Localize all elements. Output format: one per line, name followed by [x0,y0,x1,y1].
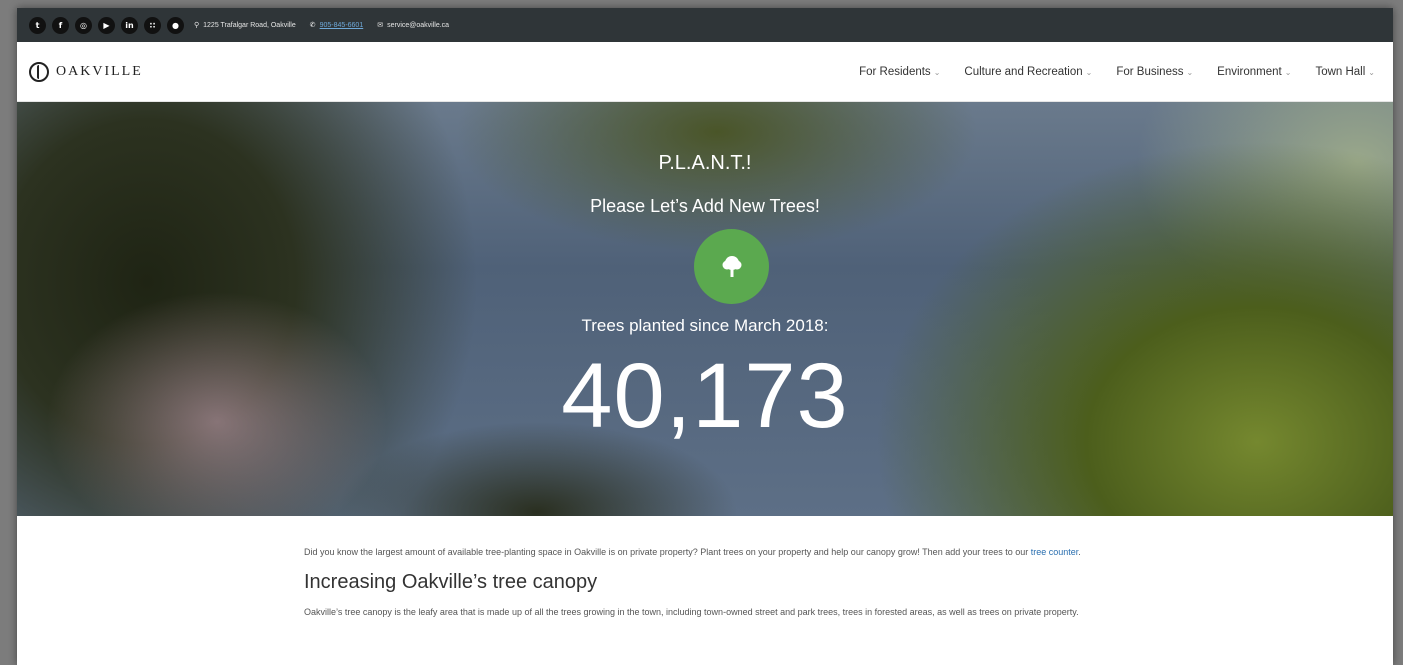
chevron-down-icon: ⌄ [933,67,941,77]
main-content: Did you know the largest amount of avail… [17,516,1167,621]
nav-for-residents[interactable]: For Residents ⌄ [859,66,940,78]
intro-end: . [1078,547,1081,557]
nav-for-business[interactable]: For Business ⌄ [1116,66,1193,78]
browser-page: t f ◎ ▶ in ∷ ● ⚲ 1225 Trafalgar Road, Oa… [17,8,1393,665]
nav-environment[interactable]: Environment ⌄ [1217,66,1291,78]
chevron-down-icon: ⌄ [1186,67,1194,77]
site-logo[interactable]: OAKVILLE [29,61,143,82]
linkedin-icon[interactable]: in [121,16,138,34]
nav-culture-recreation[interactable]: Culture and Recreation ⌄ [964,66,1092,78]
tree-icon [722,255,741,277]
site-header: OAKVILLE For Residents ⌄ Culture and Recr… [17,42,1393,102]
hero-subtitle: Please Let’s Add New Trees! [590,196,820,216]
chevron-down-icon: ⌄ [1368,67,1375,77]
chevron-down-icon: ⌄ [1284,67,1292,77]
intro-paragraph: Did you know the largest amount of avail… [304,544,1164,561]
nav-label: Town Hall [1315,65,1366,78]
phone-info: ✆ 905-845-6601 [310,21,363,29]
address-info: ⚲ 1225 Trafalgar Road, Oakville [194,21,296,29]
main-nav: For Residents ⌄ Culture and Recreation ⌄ F… [859,66,1375,78]
tree-counter-value: 40,173 [561,345,849,447]
counter-label: Trees planted since March 2018: [581,316,829,335]
section-heading: Increasing Oakville’s tree canopy [304,571,598,593]
section-body: Oakville’s tree canopy is the leafy area… [304,607,1079,617]
email-info: ✉ service@oakville.ca [377,21,449,29]
envelope-icon: ✉ [377,21,384,29]
nav-label: For Residents [859,65,931,78]
address-text: 1225 Trafalgar Road, Oakville [203,21,296,29]
tree-badge [694,229,769,304]
chevron-down-icon: ⌄ [1085,67,1093,77]
oak-leaf-logo-icon [29,61,49,82]
tree-counter-link[interactable]: tree counter [1031,547,1079,557]
hero-title: P.L.A.N.T.! [658,152,752,174]
chat-icon[interactable]: ● [167,16,184,34]
facebook-icon[interactable]: f [52,16,69,34]
nav-label: For Business [1116,65,1184,78]
map-pin-icon: ⚲ [194,21,200,29]
social-links: t f ◎ ▶ in ∷ ● [29,16,184,34]
phone-link[interactable]: 905-845-6601 [320,22,364,29]
nav-label: Culture and Recreation [964,65,1083,78]
nav-town-hall[interactable]: Town Hall ⌄ [1315,66,1375,78]
logo-text: OAKVILLE [56,63,143,79]
utility-bar: t f ◎ ▶ in ∷ ● ⚲ 1225 Trafalgar Road, Oa… [17,8,1393,42]
nav-label: Environment [1217,65,1282,78]
phone-icon: ✆ [309,21,316,29]
instagram-icon[interactable]: ◎ [75,16,92,34]
youtube-icon[interactable]: ▶ [98,16,115,34]
hero-banner: P.L.A.N.T.! Please Let’s Add New Trees! … [17,102,1393,516]
email-link[interactable]: service@oakville.ca [387,22,449,29]
twitter-icon[interactable]: t [29,16,46,34]
intro-text: Did you know the largest amount of avail… [304,547,1031,557]
rss-icon[interactable]: ∷ [144,16,161,34]
